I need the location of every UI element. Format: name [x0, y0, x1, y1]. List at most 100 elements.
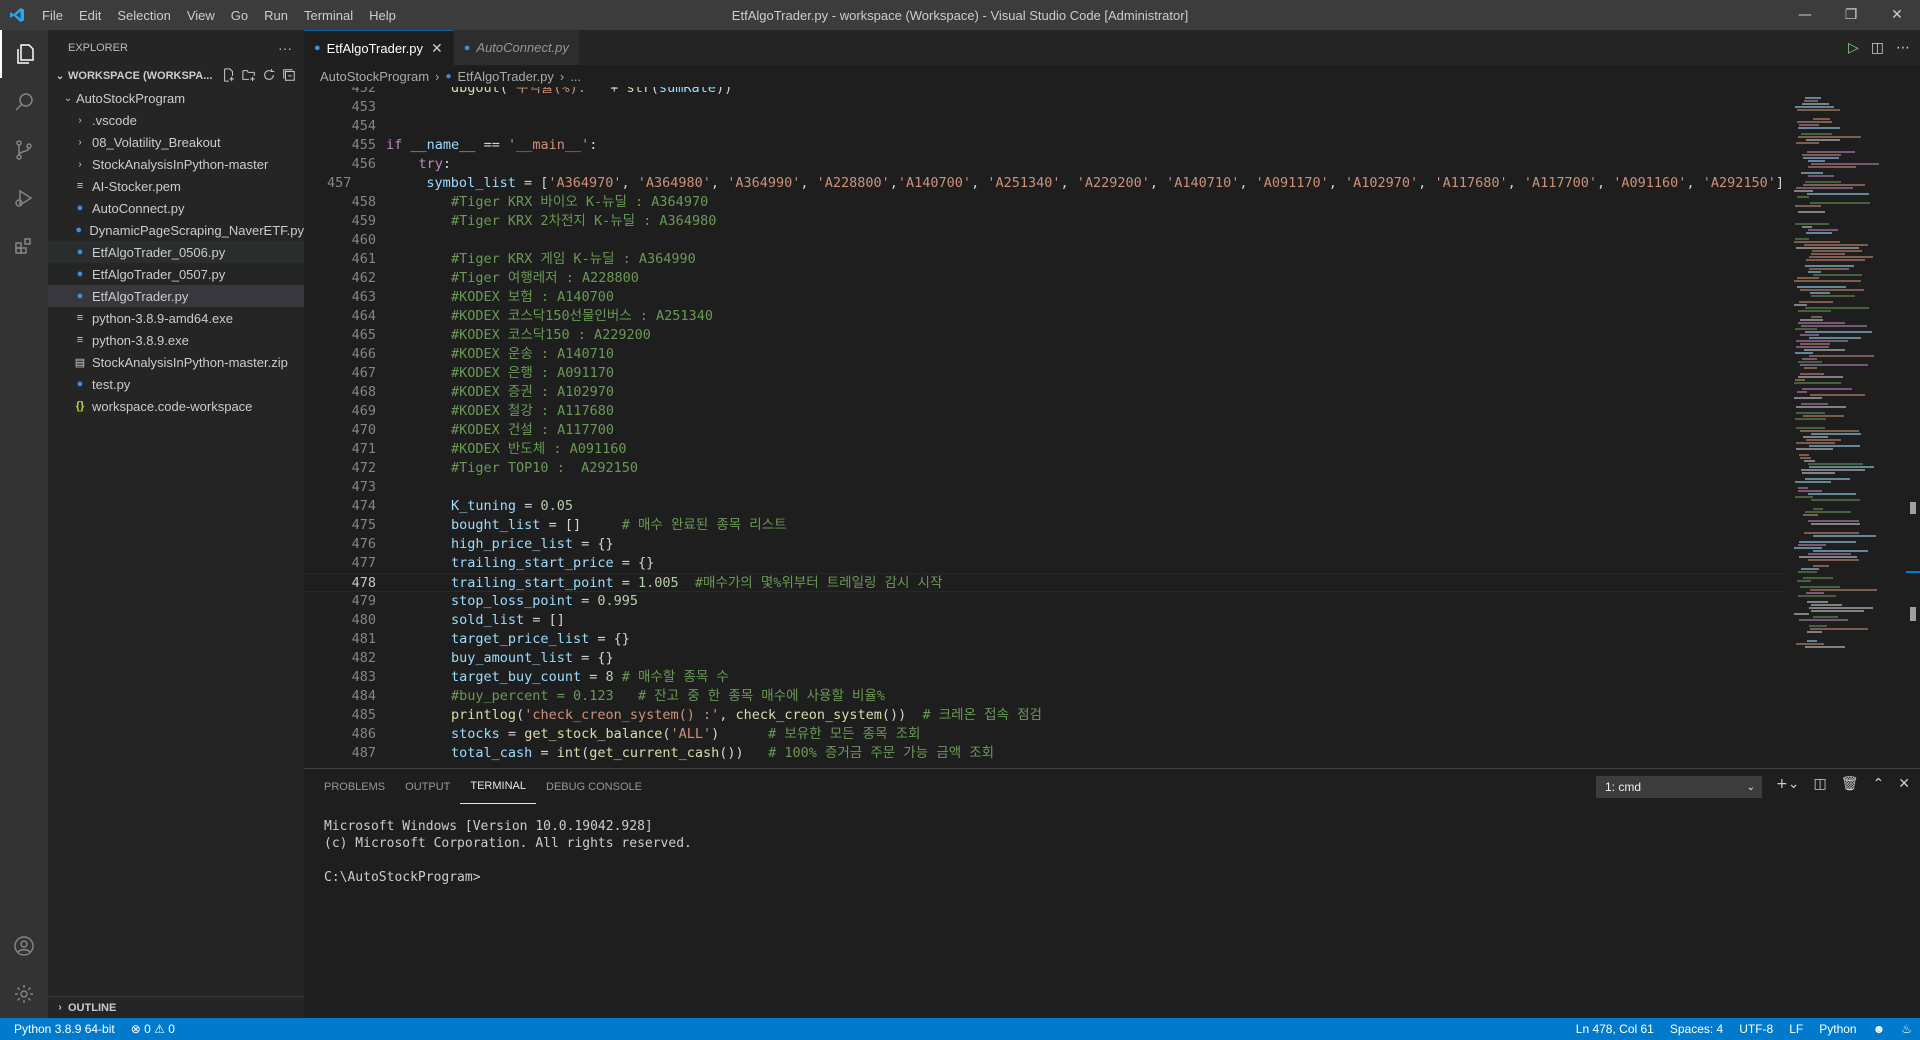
- problems-count[interactable]: ⊗ 0 ⚠ 0: [123, 1022, 183, 1036]
- code-editor[interactable]: 452 dbgout('수익률(%): ' + str(sumRate)) 453…: [304, 87, 1784, 768]
- more-actions-icon[interactable]: ···: [278, 40, 292, 56]
- code-line[interactable]: 459 #Tiger KRX 2차전지 K-뉴딜 : A364980: [304, 212, 1784, 231]
- code-line[interactable]: 463 #KODEX 보험 : A140700: [304, 288, 1784, 307]
- tree-file[interactable]: ● EtfAlgoTrader_0506.py: [48, 241, 304, 263]
- code-line[interactable]: 467 #KODEX 은행 : A091170: [304, 364, 1784, 383]
- terminal-select[interactable]: 1: cmd ⌄: [1596, 776, 1762, 798]
- panel-tab-problems[interactable]: PROBLEMS: [314, 769, 395, 804]
- code-line[interactable]: 478 trailing_start_point = 1.005 #매수가의 몇…: [304, 573, 1784, 592]
- close-panel-icon[interactable]: ✕: [1898, 776, 1910, 792]
- tree-file[interactable]: ● DynamicPageScraping_NaverETF.py: [48, 219, 304, 241]
- code-line[interactable]: 481 target_price_list = {}: [304, 630, 1784, 649]
- tab-etfalgotrader[interactable]: ● EtfAlgoTrader.py ✕: [304, 30, 454, 65]
- code-line[interactable]: 460: [304, 231, 1784, 250]
- code-line[interactable]: 457 symbol_list = ['A364970', 'A364980',…: [304, 174, 1784, 193]
- more-actions-icon[interactable]: ⋯: [1896, 40, 1910, 56]
- code-line[interactable]: 468 #KODEX 증권 : A102970: [304, 383, 1784, 402]
- breadcrumb-symbol[interactable]: ...: [570, 69, 581, 84]
- search-icon[interactable]: [0, 78, 48, 126]
- code-line[interactable]: 462 #Tiger 여행레저 : A228800: [304, 269, 1784, 288]
- end-of-line[interactable]: LF: [1781, 1022, 1811, 1036]
- code-line[interactable]: 472 #Tiger TOP10 : A292150: [304, 459, 1784, 478]
- explorer-icon[interactable]: [0, 30, 48, 78]
- outline-section-header[interactable]: › OUTLINE: [48, 996, 304, 1018]
- collapse-all-icon[interactable]: [282, 68, 296, 85]
- code-line[interactable]: 464 #KODEX 코스닥150선물인버스 : A251340: [304, 307, 1784, 326]
- panel-tab-output[interactable]: OUTPUT: [395, 769, 460, 804]
- menu-file[interactable]: File: [34, 8, 71, 23]
- tree-file[interactable]: ≡ AI-Stocker.pem: [48, 175, 304, 197]
- code-line[interactable]: 473: [304, 478, 1784, 497]
- code-line[interactable]: 476 high_price_list = {}: [304, 535, 1784, 554]
- split-terminal-icon[interactable]: ◫: [1814, 776, 1827, 792]
- run-file-icon[interactable]: ▷: [1848, 40, 1859, 56]
- menu-view[interactable]: View: [179, 8, 223, 23]
- run-debug-icon[interactable]: [0, 174, 48, 222]
- split-editor-icon[interactable]: ◫: [1871, 40, 1884, 56]
- code-line[interactable]: 458 #Tiger KRX 바이오 K-뉴딜 : A364970: [304, 193, 1784, 212]
- code-line[interactable]: 475 bought_list = [] # 매수 완료된 종목 리스트: [304, 516, 1784, 535]
- breadcrumb-file[interactable]: EtfAlgoTrader.py: [458, 69, 554, 84]
- menu-terminal[interactable]: Terminal: [296, 8, 361, 23]
- code-line[interactable]: 469 #KODEX 철강 : A117680: [304, 402, 1784, 421]
- tree-file[interactable]: ● AutoConnect.py: [48, 197, 304, 219]
- tree-file[interactable]: ● EtfAlgoTrader.py: [48, 285, 304, 307]
- menu-run[interactable]: Run: [256, 8, 296, 23]
- new-folder-icon[interactable]: [242, 68, 256, 85]
- tree-file[interactable]: ≡ python-3.8.9.exe: [48, 329, 304, 351]
- tree-folder[interactable]: › .vscode: [48, 109, 304, 131]
- code-line[interactable]: 483 target_buy_count = 8 # 매수할 종목 수: [304, 668, 1784, 687]
- cursor-position[interactable]: Ln 478, Col 61: [1568, 1022, 1662, 1036]
- code-line[interactable]: 485 printlog('check_creon_system() :', c…: [304, 706, 1784, 725]
- code-line[interactable]: 480 sold_list = []: [304, 611, 1784, 630]
- refresh-icon[interactable]: [262, 68, 276, 85]
- panel-tab-terminal[interactable]: TERMINAL: [460, 769, 536, 804]
- panel-tab-debug-console[interactable]: DEBUG CONSOLE: [536, 769, 652, 804]
- tree-file[interactable]: ≡ python-3.8.9-amd64.exe: [48, 307, 304, 329]
- code-line[interactable]: 456 try:: [304, 155, 1784, 174]
- encoding[interactable]: UTF-8: [1731, 1022, 1781, 1036]
- code-line[interactable]: 486 stocks = get_stock_balance('ALL') # …: [304, 725, 1784, 744]
- new-terminal-icon[interactable]: +⌄: [1776, 776, 1799, 792]
- extensions-icon[interactable]: [0, 222, 48, 270]
- code-line[interactable]: 470 #KODEX 건설 : A117700: [304, 421, 1784, 440]
- notifications-bell-icon[interactable]: ♨: [1893, 1022, 1920, 1036]
- code-line[interactable]: 471 #KODEX 반도체 : A091160: [304, 440, 1784, 459]
- code-line[interactable]: 484 #buy_percent = 0.123 # 잔고 중 한 종목 매수에…: [304, 687, 1784, 706]
- menu-help[interactable]: Help: [361, 8, 404, 23]
- code-line[interactable]: 461 #Tiger KRX 게임 K-뉴딜 : A364990: [304, 250, 1784, 269]
- terminal-output[interactable]: Microsoft Windows [Version 10.0.19042.92…: [304, 804, 1920, 900]
- tree-folder[interactable]: › StockAnalysisInPython-master: [48, 153, 304, 175]
- tree-folder-root[interactable]: ⌄ AutoStockProgram: [48, 87, 304, 109]
- code-line[interactable]: 477 trailing_start_price = {}: [304, 554, 1784, 573]
- code-line[interactable]: 465 #KODEX 코스닥150 : A229200: [304, 326, 1784, 345]
- restore-button[interactable]: ❐: [1828, 0, 1874, 30]
- feedback-icon[interactable]: ☻: [1865, 1022, 1894, 1036]
- kill-terminal-icon[interactable]: 🗑: [1841, 776, 1859, 792]
- tree-file[interactable]: ▤ StockAnalysisInPython-master.zip: [48, 351, 304, 373]
- close-window-button[interactable]: ✕: [1874, 0, 1920, 30]
- workspace-section-header[interactable]: ⌄ WORKSPACE (WORKSPA...: [48, 65, 304, 87]
- python-interpreter[interactable]: Python 3.8.9 64-bit: [0, 1022, 123, 1036]
- minimap[interactable]: [1794, 87, 1904, 768]
- new-file-icon[interactable]: [222, 67, 236, 85]
- maximize-panel-icon[interactable]: ⌃: [1873, 776, 1885, 792]
- close-tab-icon[interactable]: ✕: [431, 40, 443, 57]
- code-line[interactable]: 455 if __name__ == '__main__':: [304, 136, 1784, 155]
- tree-file[interactable]: ● EtfAlgoTrader_0507.py: [48, 263, 304, 285]
- accounts-icon[interactable]: [0, 922, 48, 970]
- tree-folder[interactable]: › 08_Volatility_Breakout: [48, 131, 304, 153]
- code-line[interactable]: 466 #KODEX 운송 : A140710: [304, 345, 1784, 364]
- indentation[interactable]: Spaces: 4: [1662, 1022, 1731, 1036]
- tree-file[interactable]: ● test.py: [48, 373, 304, 395]
- tree-file[interactable]: {} workspace.code-workspace: [48, 395, 304, 417]
- code-line[interactable]: 453: [304, 98, 1784, 117]
- menu-selection[interactable]: Selection: [109, 8, 178, 23]
- source-control-icon[interactable]: [0, 126, 48, 174]
- breadcrumb-folder[interactable]: AutoStockProgram: [320, 69, 429, 84]
- code-line[interactable]: 482 buy_amount_list = {}: [304, 649, 1784, 668]
- code-line[interactable]: 487 total_cash = int(get_current_cash())…: [304, 744, 1784, 763]
- code-line[interactable]: 452 dbgout('수익률(%): ' + str(sumRate)): [304, 87, 1784, 98]
- language-mode[interactable]: Python: [1811, 1022, 1864, 1036]
- tab-autoconnect[interactable]: ● AutoConnect.py: [453, 30, 580, 65]
